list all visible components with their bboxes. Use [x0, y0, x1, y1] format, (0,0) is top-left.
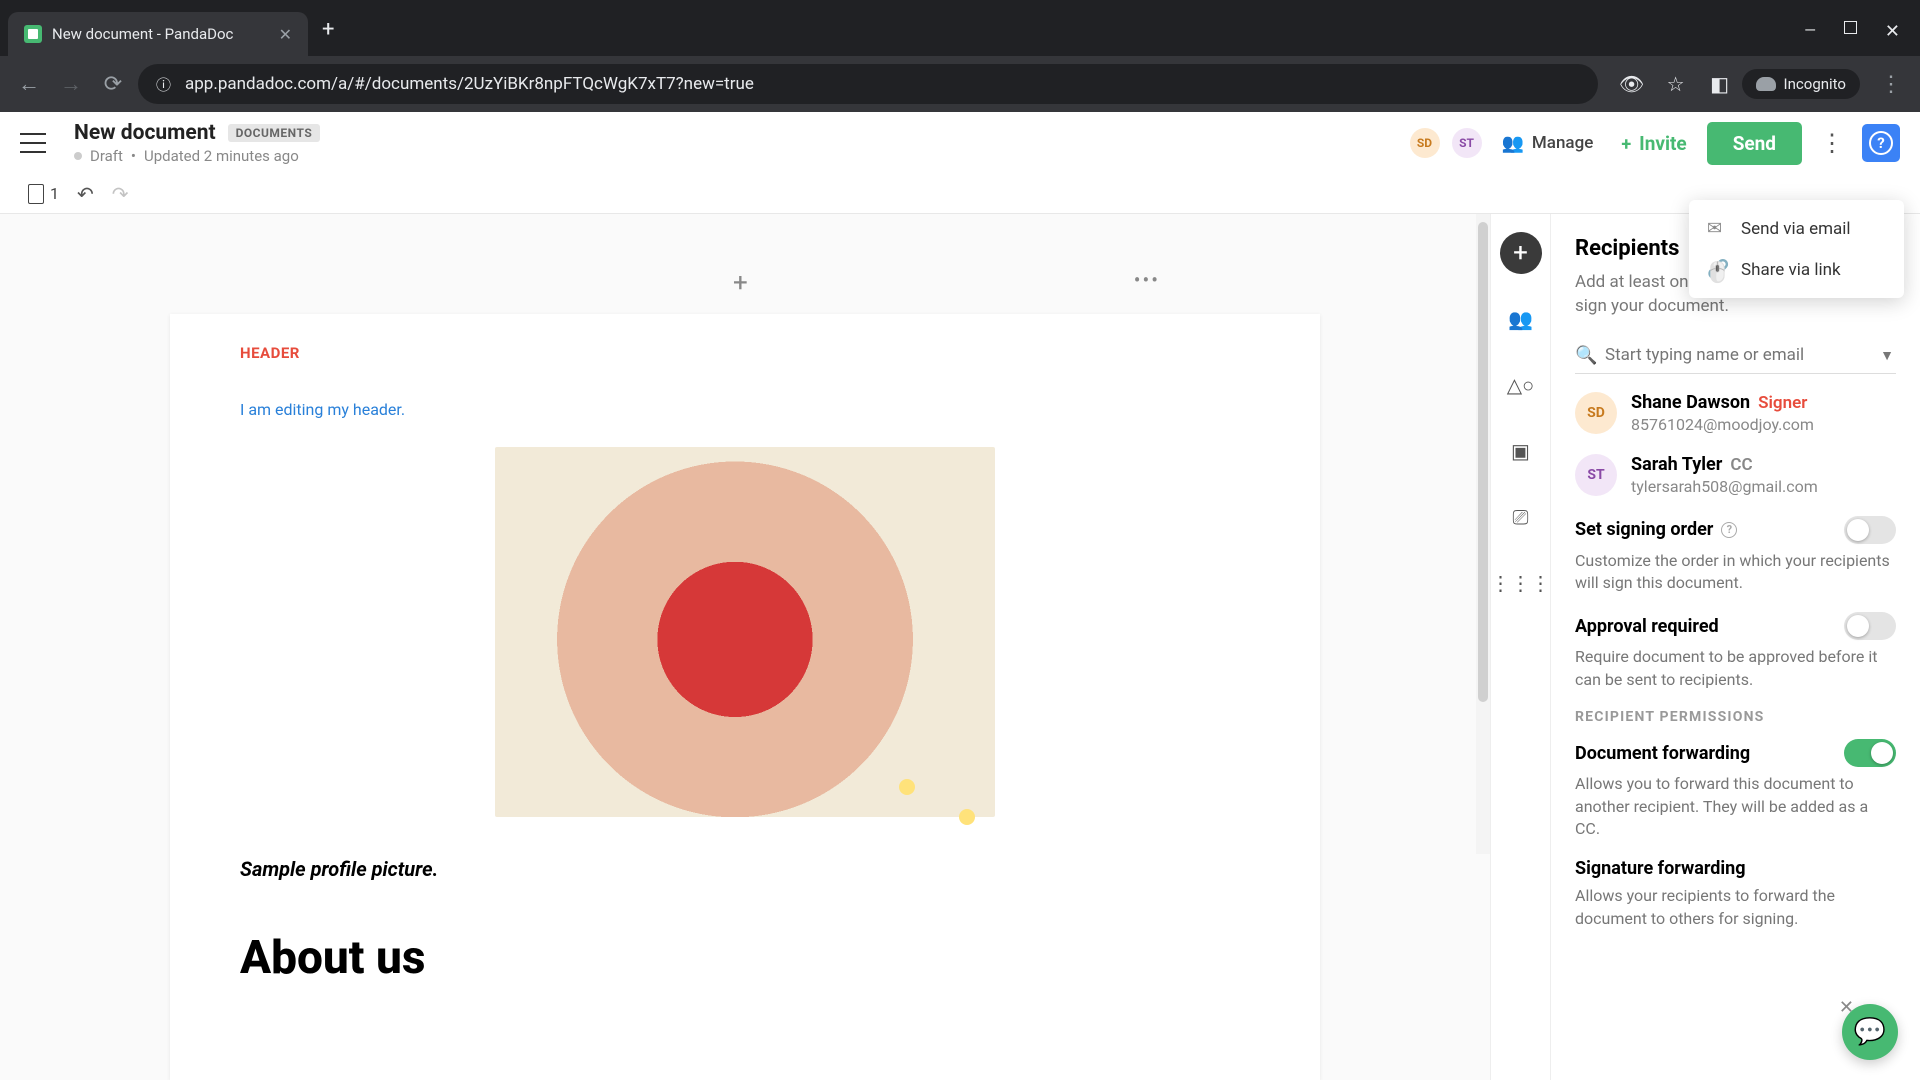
block-more-icon[interactable]: ••• — [1134, 268, 1160, 292]
hamburger-icon[interactable] — [20, 133, 46, 153]
approval-desc: Require document to be approved before i… — [1575, 646, 1896, 691]
page-count[interactable]: 1 — [28, 184, 59, 204]
doc-forwarding-desc: Allows you to forward this document to a… — [1575, 773, 1896, 840]
recipient-row[interactable]: ST Sarah Tyler CC tylersarah508@gmail.co… — [1575, 454, 1896, 496]
panel-title: Recipients — [1575, 236, 1679, 261]
incognito-badge[interactable]: Incognito — [1742, 69, 1860, 99]
back-button[interactable]: ← — [12, 67, 46, 101]
sig-forwarding-desc: Allows your recipients to forward the do… — [1575, 885, 1896, 930]
forward-button[interactable]: → — [54, 67, 88, 101]
window-maximize-icon[interactable] — [1844, 21, 1857, 34]
documents-badge: DOCUMENTS — [228, 124, 321, 142]
pricing-tab-icon[interactable]: ⎚ — [1500, 496, 1542, 538]
add-block-icon[interactable]: + — [733, 268, 757, 292]
incognito-icon — [1756, 77, 1776, 91]
manage-button[interactable]: 👥 Manage — [1494, 127, 1602, 160]
bookmark-star-icon[interactable]: ☆ — [1662, 70, 1690, 98]
help-icon: ? — [1869, 131, 1893, 155]
variables-tab-icon[interactable]: △○ — [1500, 364, 1542, 406]
signing-order-desc: Customize the order in which your recipi… — [1575, 550, 1896, 595]
document-status: Draft — [90, 147, 123, 165]
signing-order-toggle[interactable] — [1844, 516, 1896, 544]
approval-toggle[interactable] — [1844, 612, 1896, 640]
apps-grid-icon[interactable]: ⋮⋮⋮ — [1500, 562, 1542, 604]
recipient-search-input[interactable] — [1575, 337, 1896, 374]
tools-rail: + 👥 △○ ▣ ⎚ ⋮⋮⋮ — [1490, 214, 1550, 1080]
recipient-role: Signer — [1758, 393, 1807, 413]
window-close-icon[interactable]: ✕ — [1885, 21, 1900, 42]
sig-forwarding-label: Signature forwarding — [1575, 858, 1746, 879]
url-text: app.pandadoc.com/a/#/documents/2UzYiBKr8… — [185, 74, 754, 94]
site-info-icon[interactable]: ⓘ — [156, 74, 171, 95]
approval-label: Approval required — [1575, 616, 1719, 637]
dropdown-icon[interactable]: ▼ — [1880, 347, 1894, 364]
layout-tab-icon[interactable]: ▣ — [1500, 430, 1542, 472]
doc-forwarding-label: Document forwarding — [1575, 743, 1750, 764]
scrollbar-thumb[interactable] — [1478, 222, 1488, 702]
window-minimize-icon[interactable]: — — [1804, 21, 1816, 42]
recipient-name: Sarah Tyler — [1631, 454, 1722, 475]
manage-label: Manage — [1532, 133, 1593, 153]
new-tab-button[interactable]: + — [322, 17, 334, 42]
send-button[interactable]: Send — [1707, 122, 1802, 165]
signing-order-label: Set signing order ? — [1575, 519, 1737, 540]
recipient-row[interactable]: SD Shane Dawson Signer 85761024@moodjoy.… — [1575, 392, 1896, 434]
recipient-email: tylersarah508@gmail.com — [1631, 477, 1818, 496]
eye-off-icon[interactable]: 👁 — [1618, 70, 1646, 98]
document-updated: Updated 2 minutes ago — [144, 147, 299, 165]
doc-header-label: HEADER — [240, 344, 1250, 362]
document-canvas[interactable]: + ••• HEADER I am editing my header. Sam… — [0, 214, 1490, 1080]
permissions-section-label: RECIPIENT PERMISSIONS — [1575, 709, 1896, 725]
people-icon: 👥 — [1502, 133, 1524, 154]
page-count-value: 1 — [50, 184, 59, 203]
send-menu: ✉ Send via email 🔗 Share via link — [1689, 200, 1904, 298]
browser-tab[interactable]: New document - PandaDoc ✕ — [8, 12, 308, 56]
incognito-label: Incognito — [1784, 75, 1846, 93]
recipient-role: CC — [1730, 455, 1752, 475]
side-panel-icon[interactable]: ◧ — [1706, 70, 1734, 98]
recipients-panel: Recipients ✕ Add at least one recipient … — [1550, 214, 1920, 1080]
recipient-name: Shane Dawson — [1631, 392, 1750, 413]
doc-image[interactable] — [495, 447, 995, 817]
recipient-avatar: SD — [1575, 392, 1617, 434]
mail-icon: ✉ — [1707, 218, 1727, 239]
chat-dismiss-icon[interactable]: ✕ — [1839, 997, 1854, 1018]
meta-separator: • — [131, 147, 136, 165]
doc-forwarding-toggle[interactable] — [1844, 739, 1896, 767]
add-person-icon — [1621, 132, 1631, 155]
share-via-link-item[interactable]: 🔗 Share via link — [1689, 249, 1904, 290]
invite-label: Invite — [1639, 132, 1687, 155]
add-content-button[interactable]: + — [1500, 232, 1542, 274]
doc-caption[interactable]: Sample profile picture. — [240, 857, 1250, 881]
document-title[interactable]: New document — [74, 121, 216, 145]
invite-button[interactable]: Invite — [1613, 126, 1694, 161]
search-icon: 🔍 — [1575, 345, 1597, 366]
document-page[interactable]: HEADER I am editing my header. Sample pr… — [170, 314, 1320, 1080]
info-icon[interactable]: ? — [1721, 522, 1737, 538]
close-tab-icon[interactable]: ✕ — [279, 25, 292, 44]
pandadoc-favicon — [24, 25, 42, 43]
avatar-st[interactable]: ST — [1452, 128, 1482, 158]
status-dot-icon — [74, 152, 82, 160]
avatar-sd[interactable]: SD — [1410, 128, 1440, 158]
undo-icon[interactable]: ↶ — [77, 182, 94, 206]
recipient-email: 85761024@moodjoy.com — [1631, 415, 1814, 434]
page-icon — [28, 184, 44, 204]
recipient-avatar: ST — [1575, 454, 1617, 496]
link-icon: 🔗 — [1707, 259, 1727, 280]
help-button[interactable]: ? — [1862, 124, 1900, 162]
doc-header-text[interactable]: I am editing my header. — [240, 400, 1250, 419]
more-actions-icon[interactable]: ⋮ — [1814, 129, 1850, 157]
about-heading[interactable]: About us — [240, 931, 1250, 985]
redo-icon[interactable]: ↷ — [112, 182, 129, 206]
reload-button[interactable]: ⟳ — [96, 67, 130, 101]
browser-menu-icon[interactable]: ⋮ — [1874, 67, 1908, 101]
tab-title: New document - PandaDoc — [52, 25, 233, 43]
canvas-scrollbar[interactable] — [1476, 214, 1490, 854]
recipients-tab-icon[interactable]: 👥 — [1500, 298, 1542, 340]
url-field[interactable]: ⓘ app.pandadoc.com/a/#/documents/2UzYiBK… — [138, 64, 1598, 104]
send-via-email-item[interactable]: ✉ Send via email — [1689, 208, 1904, 249]
